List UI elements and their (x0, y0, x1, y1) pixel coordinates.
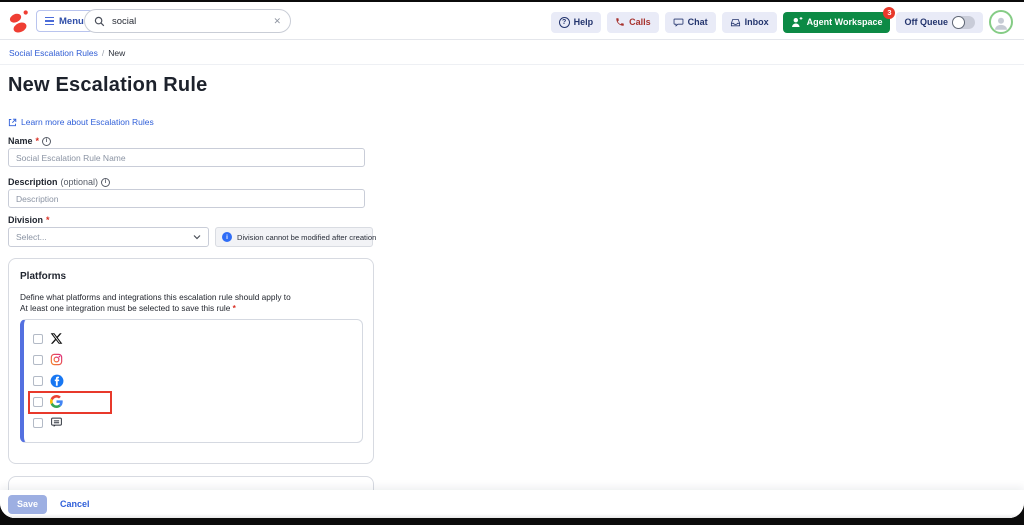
menu-button-label: Menu (59, 15, 84, 27)
platform-web-messaging-checkbox[interactable] (33, 417, 43, 428)
platforms-title: Platforms (20, 271, 67, 282)
platform-x-twitter-checkbox[interactable] (33, 333, 43, 344)
search-input[interactable] (112, 15, 267, 27)
top-bar: Menu ✕ ? Help (0, 2, 1024, 40)
learn-more-label: Learn more about Escalation Rules (21, 117, 154, 127)
learn-more-link[interactable]: Learn more about Escalation Rules (8, 117, 154, 127)
description-input[interactable] (8, 189, 365, 208)
chat-button[interactable]: Chat (664, 11, 716, 33)
save-button[interactable]: Save (8, 494, 48, 514)
info-icon: i (42, 136, 52, 146)
platforms-description-1: Define what platforms and integrations t… (20, 292, 291, 302)
facebook-icon (50, 374, 64, 388)
genesys-logo-icon (7, 8, 33, 34)
help-icon: ? (558, 16, 570, 28)
platform-row-x-twitter (33, 328, 362, 349)
platform-row-instagram (33, 349, 362, 370)
instagram-icon (50, 353, 63, 366)
toggle-knob (952, 15, 965, 29)
breadcrumb-separator: / (101, 47, 105, 58)
notification-badge: 3 (883, 6, 896, 19)
name-input[interactable] (8, 148, 365, 167)
header-actions: ? Help Calls Chat Inbox Agent Workspace … (550, 6, 1013, 34)
platforms-description-2: At least one integration must be selecte… (20, 303, 236, 313)
search-icon (94, 16, 105, 27)
page-title: New Escalation Rule (8, 74, 208, 96)
division-select[interactable]: Select... (8, 227, 209, 247)
form-footer: Save Cancel (0, 490, 1024, 518)
calls-button[interactable]: Calls (607, 11, 659, 33)
help-label: Help (573, 17, 594, 27)
chat-label: Chat (687, 17, 708, 27)
web-messaging-icon (50, 416, 63, 429)
inbox-icon (730, 17, 741, 28)
breadcrumb-parent-link[interactable]: Social Escalation Rules (9, 48, 98, 58)
platform-instagram-checkbox[interactable] (33, 354, 43, 365)
platforms-card: Platforms Define what platforms and inte… (8, 258, 374, 464)
x-twitter-icon (50, 332, 63, 345)
breadcrumb: Social Escalation Rules / New (0, 41, 1024, 65)
chevron-down-icon (193, 233, 201, 241)
hamburger-icon (45, 16, 54, 26)
chat-bubble-icon (673, 17, 684, 28)
external-link-icon (8, 118, 17, 127)
cancel-button[interactable]: Cancel (60, 499, 90, 509)
name-label: Name * i (8, 136, 52, 146)
agent-workspace-label: Agent Workspace (806, 17, 883, 27)
screen: Menu ✕ ? Help (0, 0, 1024, 525)
platform-list (20, 319, 363, 443)
search-bar[interactable]: ✕ (84, 9, 291, 33)
breadcrumb-current: New (108, 47, 126, 58)
division-note: i Division cannot be modified after crea… (215, 227, 377, 247)
agent-workspace-button[interactable]: Agent Workspace 3 (782, 6, 896, 33)
description-label: Description (optional) i (8, 177, 111, 187)
inbox-label: Inbox (744, 17, 769, 27)
calls-label: Calls (629, 17, 651, 27)
clear-search-icon[interactable]: ✕ (273, 16, 281, 26)
platform-row-facebook (33, 370, 362, 391)
queue-toggle[interactable] (952, 15, 975, 29)
platform-facebook-checkbox[interactable] (33, 375, 43, 386)
division-label: Division * (8, 215, 50, 225)
division-note-text: Division cannot be modified after creati… (237, 232, 377, 242)
agent-person-icon (791, 16, 803, 28)
phone-icon (615, 17, 625, 27)
info-icon: i (101, 177, 111, 187)
off-queue-control[interactable]: Off Queue (896, 11, 983, 33)
browser-page: Menu ✕ ? Help (0, 2, 1024, 518)
annotation-highlight-google (28, 391, 112, 414)
off-queue-label: Off Queue (904, 17, 948, 27)
info-filled-icon: i (222, 232, 232, 242)
inbox-button[interactable]: Inbox (721, 11, 777, 33)
user-avatar[interactable] (989, 10, 1013, 34)
platform-row-web-messaging (33, 412, 362, 433)
division-select-value: Select... (16, 232, 47, 242)
help-button[interactable]: ? Help (550, 11, 602, 33)
